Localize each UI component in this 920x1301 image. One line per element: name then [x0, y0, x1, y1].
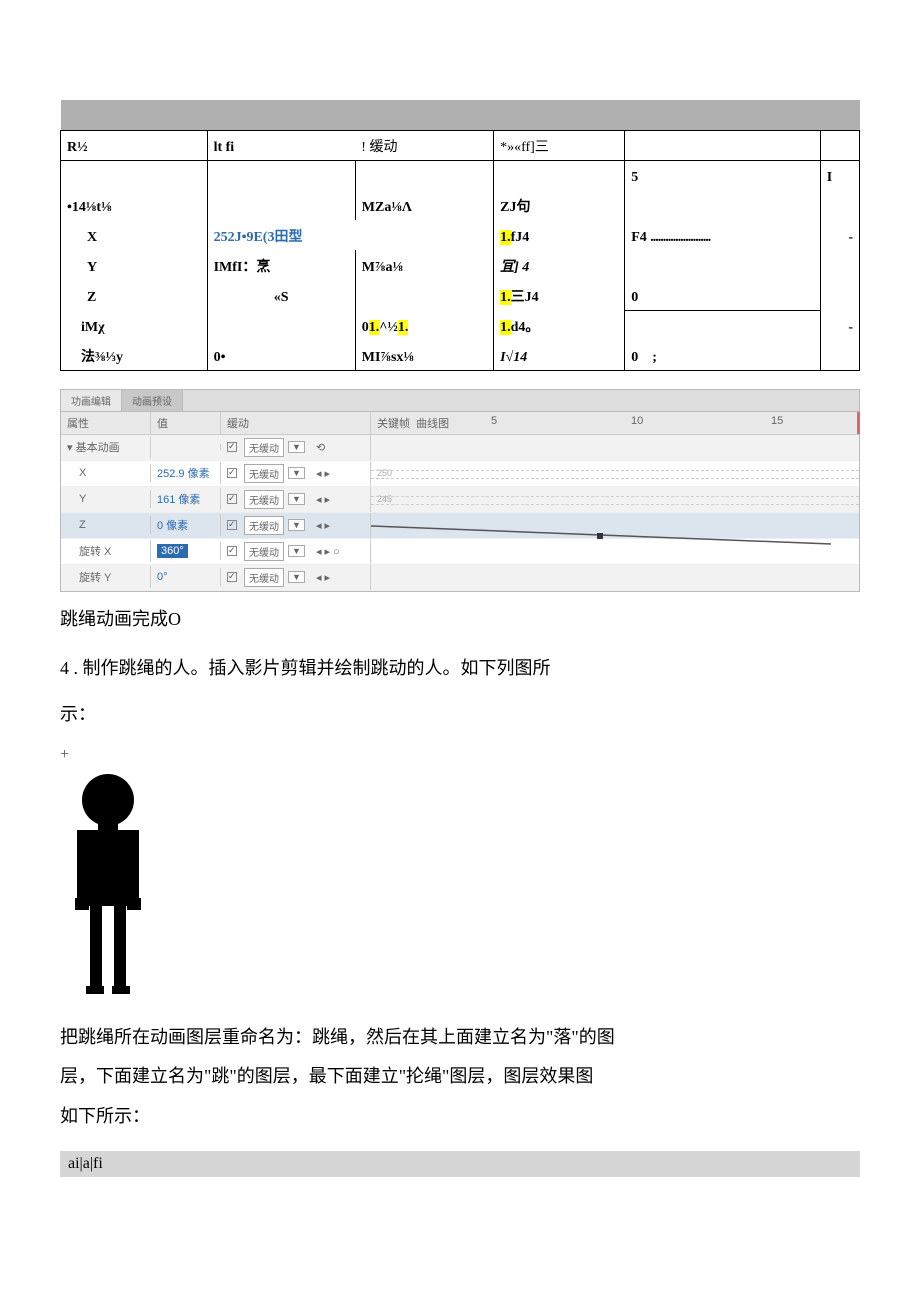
text-step4: 4 . 制作跳绳的人。插入影片剪辑并绘制跳动的人。如下列图所	[60, 649, 860, 689]
tab-anim-edit[interactable]: 功画编辑	[61, 390, 122, 411]
ease-dropdown[interactable]: 无缓动	[244, 464, 284, 483]
checkbox-icon[interactable]	[227, 572, 237, 582]
checkbox-icon[interactable]	[227, 442, 237, 452]
prop-rotx: 旋转 X	[61, 540, 151, 562]
dropdown-arrow-icon[interactable]: ▼	[288, 571, 305, 583]
gray-bar: ai|a|fi	[60, 1151, 860, 1177]
checkbox-icon[interactable]	[227, 546, 237, 556]
cell-z-val: «S	[207, 280, 355, 310]
prop-y: Y	[61, 490, 151, 508]
cell-imx: iMχ	[61, 310, 208, 340]
cell-x-key: 1.fJ4	[494, 220, 625, 250]
anim-row-roty[interactable]: 旋转 Y 0° 无缓动 ▼ ◂ ▸	[61, 565, 859, 591]
cell-row0-right: 5	[625, 160, 821, 190]
plus-icon: +	[60, 746, 69, 763]
dropdown-arrow-icon[interactable]: ▼	[288, 519, 305, 531]
prop-roty: 旋转 Y	[61, 566, 151, 588]
text-done: 跳绳动画完成O	[60, 600, 860, 640]
cell-z-key: 1.三J4	[494, 280, 625, 310]
text-para2: 层，下面建立名为"跳"的图层，最下面建立"抡绳"图层，图层效果图	[60, 1057, 860, 1097]
cell-x: X	[61, 220, 208, 250]
cell-z: Z	[61, 280, 208, 310]
reset-icon[interactable]: ⟲	[316, 441, 325, 454]
ease-dropdown[interactable]: 无缓动	[244, 516, 284, 535]
cell-fa-v3: I√14	[494, 340, 625, 370]
val-rotx[interactable]: 360°	[157, 544, 188, 558]
checkbox-icon[interactable]	[227, 494, 237, 504]
cell-imx-val: 01.^½1.	[355, 310, 493, 340]
col-ease: 缓动	[221, 412, 371, 434]
dropdown-arrow-icon[interactable]: ▼	[288, 493, 305, 505]
cell-header-mid2: ! 缓动	[355, 130, 493, 160]
cell-x-val: 252J•9E(3田型	[207, 220, 494, 250]
ease-dropdown[interactable]: 无缓动	[244, 542, 284, 561]
section-basic-anim: ▾ 基本动画	[61, 436, 151, 458]
stick-figure-icon	[68, 774, 148, 994]
anim-row-z[interactable]: Z 0 像素 无缓动 ▼ ◂ ▸	[61, 513, 859, 539]
cell-r1c4: ZJ句	[494, 190, 625, 220]
anim-section-row[interactable]: ▾ 基本动画 无缓动 ▼ ⟲	[61, 435, 859, 461]
ease-dropdown[interactable]: 无缓动	[244, 568, 284, 587]
cell-y-val1: IMfI：烹	[207, 250, 355, 280]
cell-fa-v2: MI⅞sx⅛	[355, 340, 493, 370]
prop-x: X	[61, 464, 151, 482]
text-show: 示：	[60, 704, 96, 724]
cell-fa-v4: 0 ;	[625, 340, 821, 370]
anim-header-row: 属性 值 缓动 关键帧 曲线图 5 10 15	[61, 412, 859, 435]
dropdown-arrow-icon[interactable]: ▼	[288, 441, 305, 453]
cell-r1c1: •14⅛t⅛	[61, 190, 208, 220]
animation-editor-panel: 功画编辑 动画预设 属性 值 缓动 关键帧 曲线图 5 10 15 ▾ 基本动画…	[60, 389, 860, 592]
cell-imx-key: 1.d4。	[494, 310, 625, 340]
val-y[interactable]: 161 像素	[151, 488, 221, 510]
cell-header-mid1: lt fi	[207, 130, 355, 160]
val-roty[interactable]: 0°	[151, 568, 221, 586]
ease-dropdown[interactable]: 无缓动	[244, 490, 284, 509]
keyframe-nav-icon[interactable]: ◂ ▸	[316, 493, 330, 506]
col-value: 值	[151, 412, 221, 434]
text-para3: 如下所示：	[60, 1097, 860, 1137]
playhead-icon[interactable]	[857, 412, 860, 434]
text-para1: 把跳绳所在动画图层重命名为：跳绳，然后在其上面建立名为"落"的图	[60, 1018, 860, 1058]
col-property: 属性	[61, 412, 151, 434]
cell-header-left: R½	[61, 130, 208, 160]
cell-y: Y	[61, 250, 208, 280]
dropdown-arrow-icon[interactable]: ▼	[288, 467, 305, 479]
graph-curve-icon	[371, 522, 859, 548]
keyframe-nav-icon[interactable]: ◂ ▸	[316, 571, 330, 584]
cell-x-f4: F4	[625, 220, 821, 250]
ease-dropdown[interactable]: 无缓动	[244, 438, 284, 457]
cell-fa: 法⅜⅓y	[61, 340, 208, 370]
val-z[interactable]: 0 像素	[151, 514, 221, 536]
cell-header-right: *»«ff]三	[494, 130, 625, 160]
anim-row-y[interactable]: Y 161 像素 无缓动▼ ◂ ▸ 245	[61, 487, 859, 513]
cell-r1c3: MZa⅛Λ	[355, 190, 493, 220]
col-graph-head: 关键帧 曲线图 5 10 15	[371, 412, 859, 434]
anim-row-x[interactable]: X 252.9 像素 无缓动▼ ◂ ▸ 250	[61, 461, 859, 487]
cell-y-val2: M⅞a⅛	[355, 250, 493, 280]
cell-fa-v1: 0•	[207, 340, 355, 370]
keyframe-nav-icon[interactable]: ◂ ▸ ○	[316, 545, 340, 558]
keyframe-nav-icon[interactable]: ◂ ▸	[316, 519, 330, 532]
prop-z: Z	[61, 516, 151, 534]
checkbox-icon[interactable]	[227, 520, 237, 530]
checkbox-icon[interactable]	[227, 468, 237, 478]
cell-z-zero: 0	[625, 280, 821, 310]
tab-anim-preset[interactable]: 动画预设	[122, 390, 183, 411]
table-header-bar	[61, 100, 860, 130]
cell-y-key: 冝] 4	[494, 250, 625, 280]
val-x[interactable]: 252.9 像素	[151, 462, 221, 484]
dropdown-arrow-icon[interactable]: ▼	[288, 545, 305, 557]
keyframe-nav-icon[interactable]: ◂ ▸	[316, 467, 330, 480]
garbled-properties-table: R½ lt fi ! 缓动 *»«ff]三 5 I •14⅛t⅛ MZa⅛Λ Z…	[60, 100, 860, 371]
